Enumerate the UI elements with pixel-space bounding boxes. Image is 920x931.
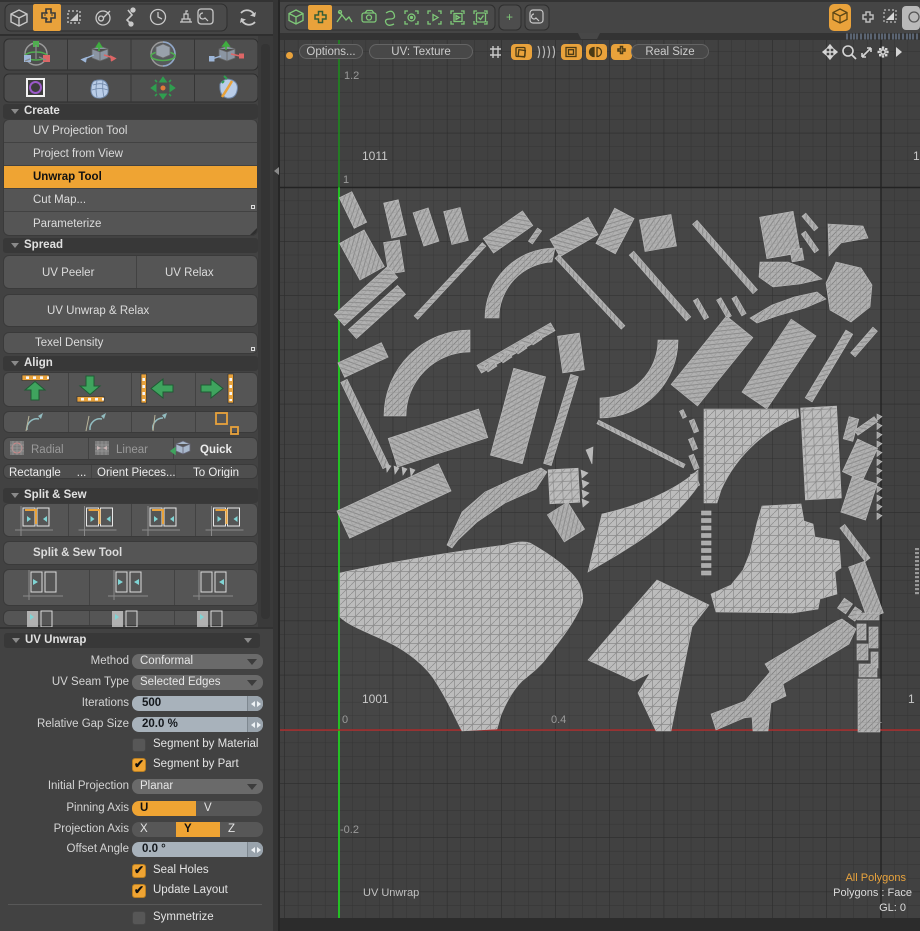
svg-text:1011: 1011 — [362, 149, 388, 163]
svg-text:0: 0 — [342, 714, 348, 726]
svg-text:GL: 0: GL: 0 — [879, 902, 906, 914]
svg-text:All Polygons: All Polygons — [845, 872, 906, 884]
svg-text:1001: 1001 — [362, 692, 389, 706]
svg-text:1: 1 — [913, 149, 920, 163]
svg-text:UV Unwrap: UV Unwrap — [363, 887, 419, 899]
svg-text:Polygons : Face: Polygons : Face — [833, 887, 912, 899]
svg-text:0.4: 0.4 — [551, 714, 566, 726]
svg-text:1: 1 — [876, 714, 882, 726]
svg-text:+: + — [506, 10, 513, 24]
svg-text:1.2: 1.2 — [344, 70, 359, 82]
svg-text:1: 1 — [343, 174, 349, 186]
svg-text:1: 1 — [908, 692, 915, 706]
svg-text:-0.2: -0.2 — [340, 824, 359, 836]
